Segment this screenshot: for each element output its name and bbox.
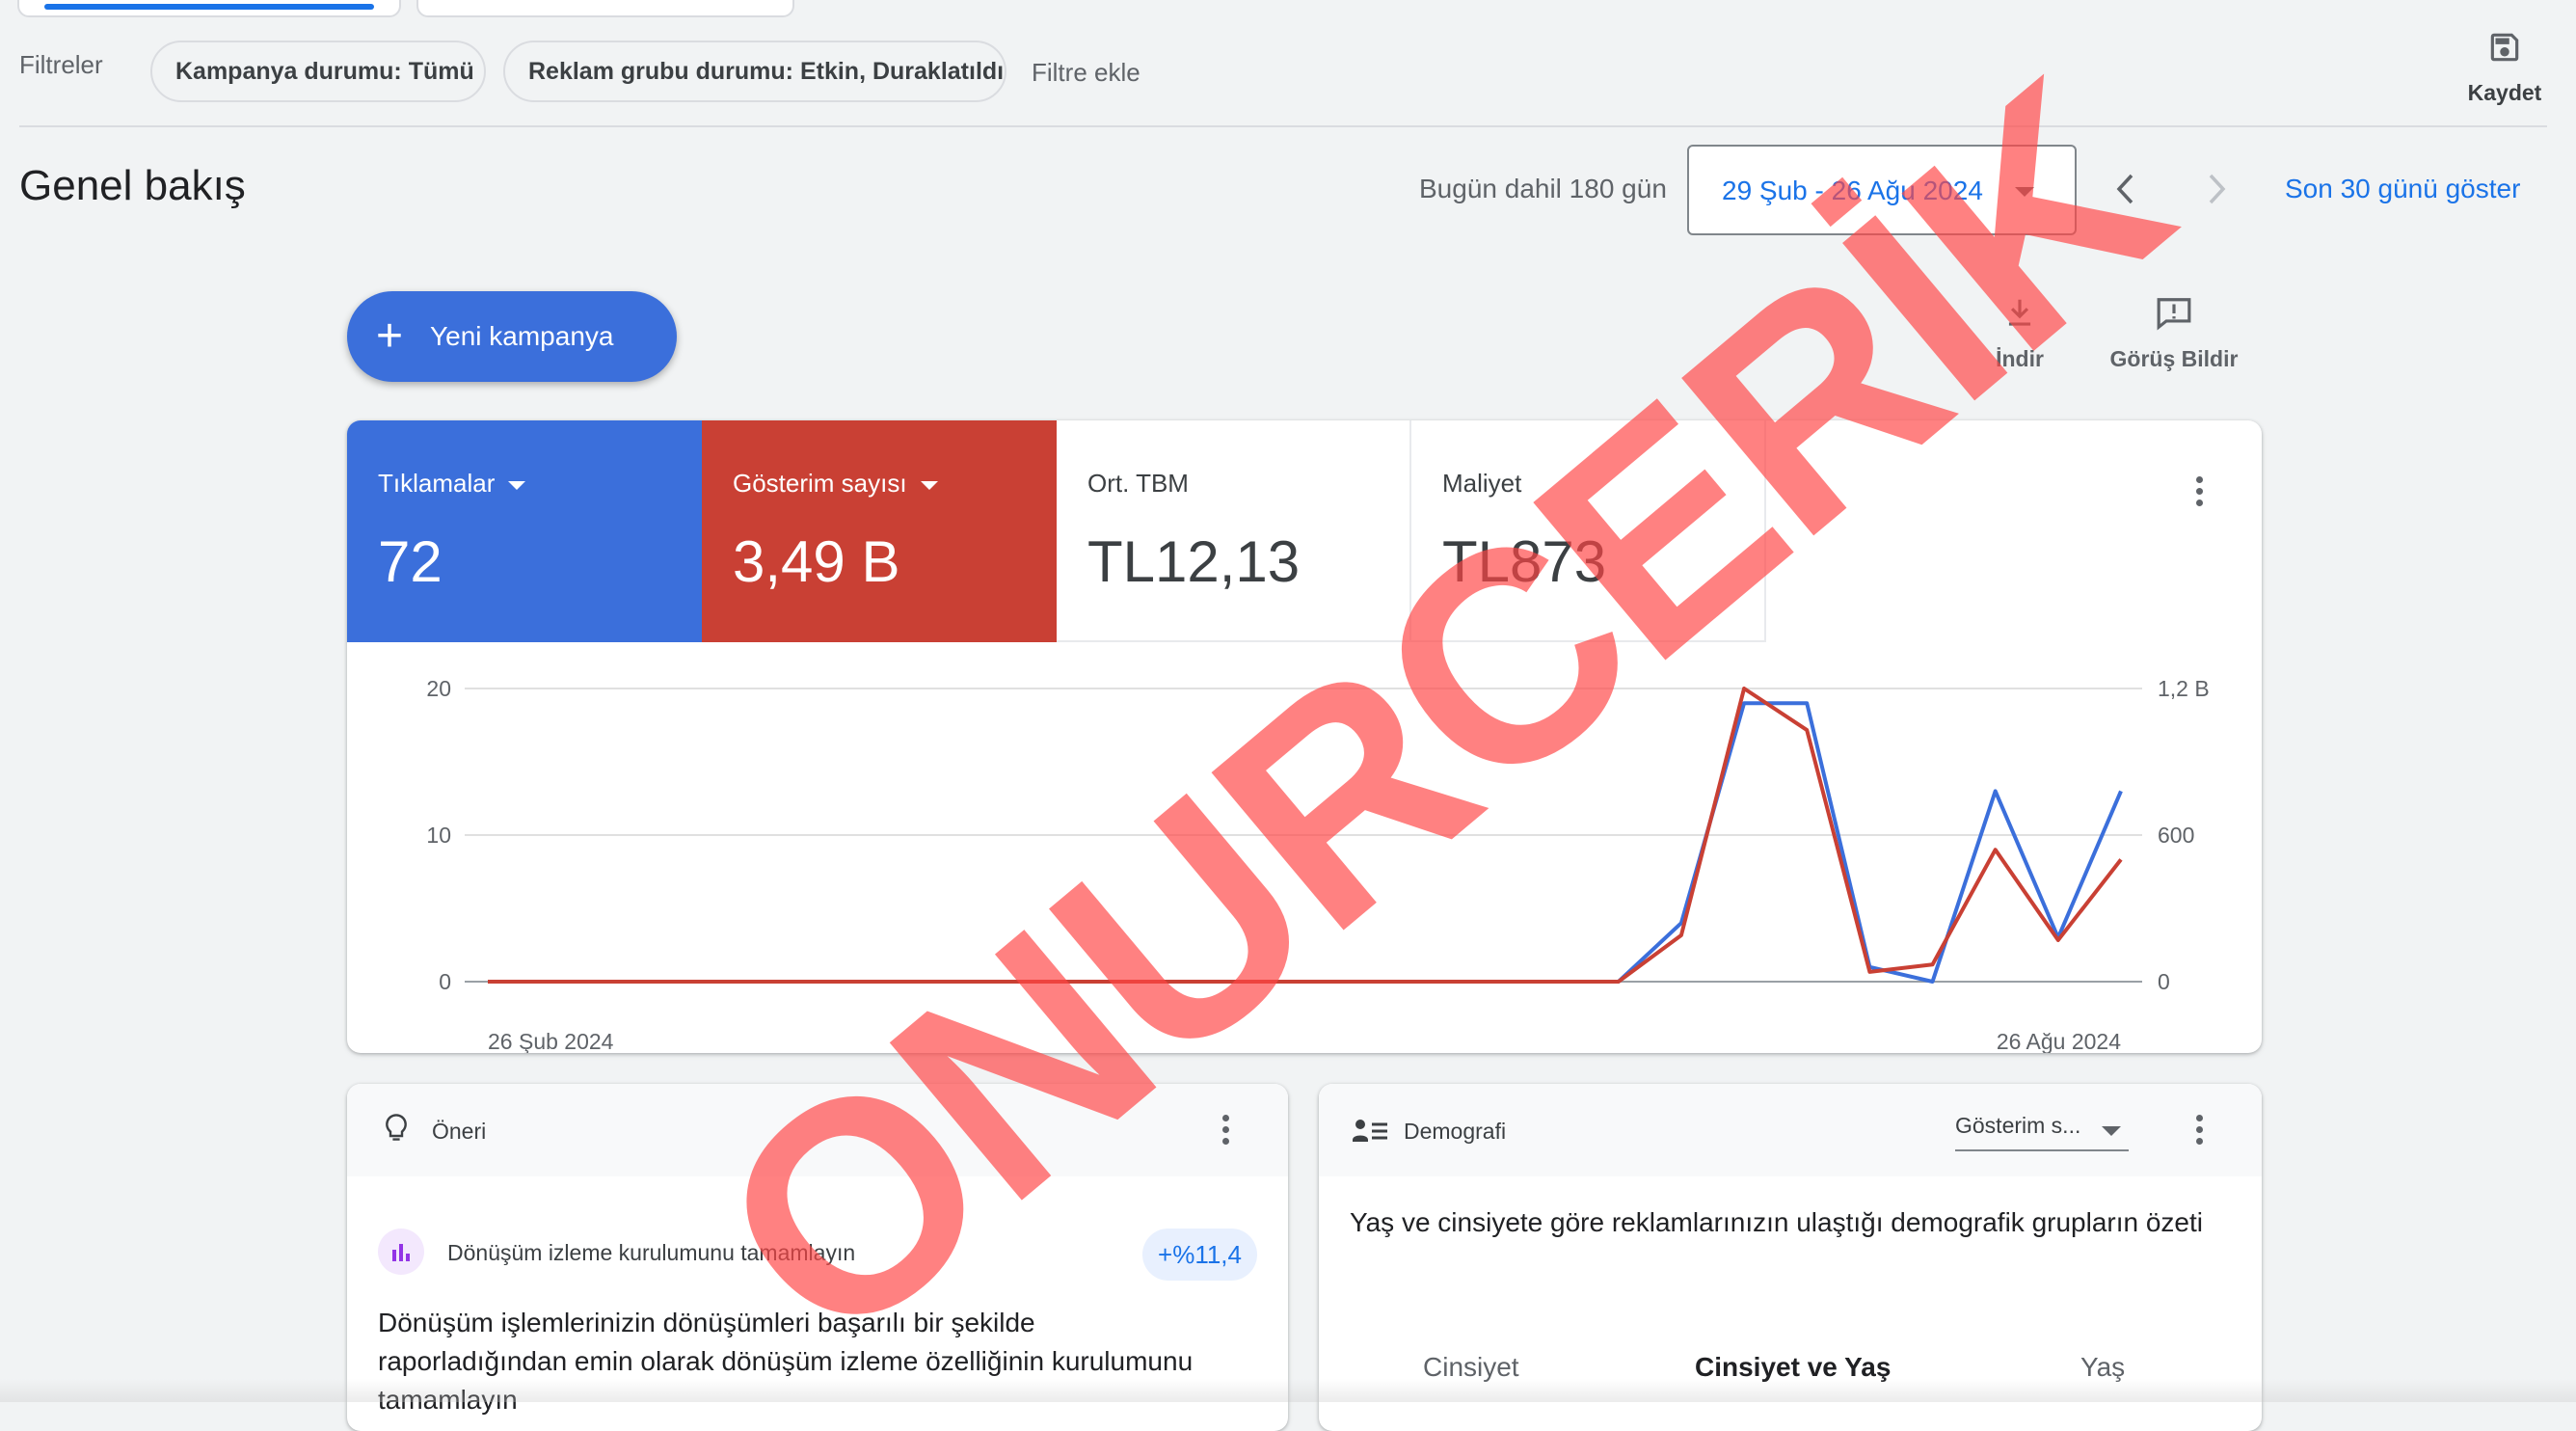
recommendation-header: Öneri	[347, 1084, 1288, 1176]
y-tick-right: 0	[2158, 969, 2170, 994]
metric-avg-cpc-value: TL12,13	[1087, 529, 1301, 594]
show-last-30-days-link[interactable]: Son 30 günü göster	[2285, 174, 2520, 204]
chevron-down-icon	[2102, 1126, 2121, 1136]
date-range-select[interactable]: 29 Şub - 26 Ağu 2024	[1687, 145, 2077, 235]
save-icon	[2490, 33, 2519, 62]
demographics-title: Demografi	[1404, 1119, 1507, 1144]
demographics-description: Yaş ve cinsiyete göre reklamlarınızın ul…	[1350, 1207, 2204, 1237]
line-chart: 20 1,2 B 10 600 0 0 26 Şub 2024 26 Ağu 2024	[426, 676, 2210, 1053]
tab-campaigns[interactable]	[17, 0, 401, 17]
metric-avg-cpc[interactable]: Ort. TBM TL12,13	[1057, 420, 1411, 642]
metric-impressions-value: 3,49 B	[733, 529, 900, 594]
download-icon	[2008, 299, 2031, 326]
filter-chip-campaign-status[interactable]: Kampanya durumu: Tümü	[150, 40, 486, 102]
recommendation-body: Dönüşüm işlemlerinizin dönüşümleri başar…	[378, 1308, 1194, 1415]
filter-chip-adgroup-status[interactable]: Reklam grubu durumu: Etkin, Duraklatıldı	[503, 40, 1006, 102]
date-range-label: Bugün dahil 180 gün	[1419, 174, 1667, 203]
metric-avg-cpc-label: Ort. TBM	[1087, 469, 1189, 498]
x-tick-end: 26 Ağu 2024	[1997, 1029, 2121, 1053]
metric-cost[interactable]: Maliyet TL873	[1411, 420, 1766, 642]
chevron-down-icon	[2015, 187, 2034, 197]
feedback-button[interactable]: Görüş Bildir	[2102, 295, 2246, 372]
recommendation-title: Öneri	[432, 1119, 487, 1144]
metric-impressions-label: Gösterim sayısı	[733, 469, 907, 498]
y-tick-right: 600	[2158, 823, 2194, 848]
y-tick-left: 0	[439, 969, 451, 994]
tab-other[interactable]	[416, 0, 794, 17]
x-tick-start: 26 Şub 2024	[488, 1029, 614, 1053]
people-list-icon	[1353, 1120, 1387, 1142]
demographics-more-icon[interactable]	[2196, 1115, 2204, 1149]
download-label: İndir	[1996, 346, 2044, 371]
feedback-label: Görüş Bildir	[2109, 346, 2239, 371]
y-tick-left: 20	[426, 676, 451, 701]
chart-more-icon[interactable]	[2196, 476, 2204, 511]
chevron-down-icon	[508, 480, 526, 490]
recommendation-score-badge: +%11,4	[1142, 1228, 1257, 1281]
filters-label: Filtreler	[19, 50, 103, 79]
metric-cost-label: Maliyet	[1442, 469, 1522, 498]
metric-clicks[interactable]: Tıklamalar 72	[347, 420, 702, 642]
next-period-icon[interactable]	[2202, 172, 2231, 206]
lightbulb-icon	[386, 1114, 407, 1141]
y-tick-left: 10	[426, 823, 451, 848]
recommendation-more-icon[interactable]	[1222, 1115, 1230, 1149]
y-tick-right: 1,2 B	[2158, 676, 2210, 701]
demographics-header: Demografi Gösterim s...	[1319, 1084, 2262, 1176]
prev-period-icon[interactable]	[2111, 172, 2140, 206]
save-label: Kaydet	[2467, 80, 2542, 105]
metric-clicks-value: 72	[378, 529, 443, 594]
bottom-shadow	[0, 1379, 2576, 1402]
demographics-metric-value: Gösterim s...	[1955, 1113, 2081, 1138]
new-campaign-button[interactable]: + Yeni kampanya	[347, 291, 677, 382]
page-title: Genel bakış	[19, 162, 246, 209]
plus-icon: +	[376, 310, 404, 362]
bar-chart-icon	[378, 1228, 424, 1275]
recommendation-item-title: Dönüşüm izleme kurulumunu tamamlayın	[447, 1240, 856, 1265]
recommendation-item[interactable]: Dönüşüm izleme kurulumunu tamamlayın +%1…	[378, 1228, 1257, 1281]
feedback-icon	[2157, 298, 2191, 331]
date-range-value: 29 Şub - 26 Ağu 2024	[1722, 176, 1983, 205]
chevron-down-icon	[920, 480, 938, 490]
series-line-clicks	[488, 701, 2123, 984]
metric-clicks-label: Tıklamalar	[378, 469, 496, 498]
metric-impressions[interactable]: Gösterim sayısı 3,49 B	[702, 420, 1057, 642]
metric-cost-value: TL873	[1442, 529, 1607, 594]
add-filter-button[interactable]: Filtre ekle	[1032, 58, 1140, 88]
overview-chart-card: Tıklamalar 72 Gösterim sayısı 3,49 B Ort…	[347, 420, 2262, 1053]
divider	[19, 125, 2547, 127]
demographics-metric-select[interactable]: Gösterim s...	[1955, 1113, 2129, 1151]
download-button[interactable]: İndir	[1967, 295, 2073, 372]
new-campaign-label: Yeni kampanya	[430, 321, 614, 351]
save-button[interactable]: Kaydet	[2460, 29, 2549, 106]
